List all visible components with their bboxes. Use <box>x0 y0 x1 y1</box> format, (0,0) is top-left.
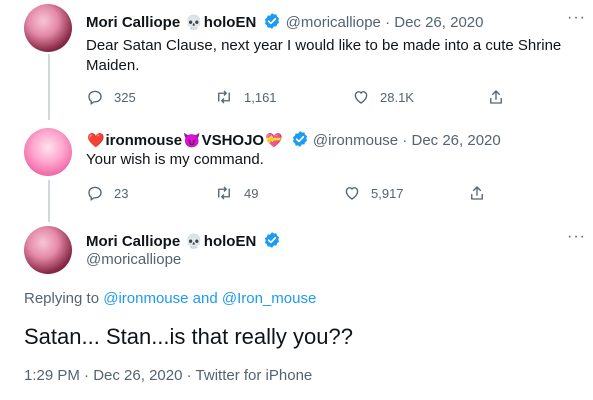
reply-icon <box>88 90 102 106</box>
reply-and: and <box>192 290 218 307</box>
share-icon <box>471 186 483 200</box>
tweet2-like-count: 5,917 <box>371 185 404 201</box>
more-options-icon[interactable]: ··· <box>567 228 586 246</box>
tweet2-name-suffix[interactable]: VSHOJO <box>202 132 265 149</box>
tweet2-retweet-count: 49 <box>244 185 259 201</box>
tweet2-header: ❤️ironmouse😈VSHOJO💝 @ironmouse · Dec 26,… <box>86 130 501 149</box>
thread-line-1 <box>48 54 50 120</box>
tweet2-date[interactable]: Dec 26, 2020 <box>411 132 500 149</box>
retweet-icon <box>218 90 230 104</box>
tweet2-separator: · <box>402 132 408 149</box>
tweet2-retweet-button[interactable]: 49 <box>214 184 258 202</box>
main-handle[interactable]: @moricalliope <box>86 251 181 268</box>
replying-to-line: Replying to @ironmouse and @Iron_mouse <box>24 290 316 307</box>
thread-line-2 <box>48 180 50 222</box>
tweet1-handle[interactable]: @moricalliope <box>286 14 381 31</box>
main-tweet-source[interactable]: Twitter for iPhone <box>196 367 313 384</box>
tweet2-reply-count: 23 <box>114 185 129 201</box>
share-icon <box>490 90 502 104</box>
tweet1-text: Dear Satan Clause, next year I would lik… <box>86 37 562 74</box>
tweet1-display-name[interactable]: Mori Calliope <box>86 14 180 31</box>
main-tweet-meta: 1:29 PM · Dec 26, 2020 · Twitter for iPh… <box>24 367 312 384</box>
tweet1-reply-count: 325 <box>114 89 136 105</box>
avatar-mori-calliope[interactable] <box>24 4 72 52</box>
tweet1-like-button[interactable]: 28.1K <box>352 88 414 106</box>
replying-prefix: Replying to <box>24 290 100 307</box>
heart-icon <box>354 91 368 104</box>
skull-emoji: 💀 <box>185 233 203 249</box>
verified-badge-icon <box>292 131 307 147</box>
heart-icon <box>345 187 359 200</box>
tweet2-text: Your wish is my command. <box>86 151 264 168</box>
tweet1-retweet-button[interactable]: 1,161 <box>214 88 277 106</box>
tweet2-handle[interactable]: @ironmouse <box>313 132 398 149</box>
tweet2-like-button[interactable]: 5,917 <box>343 184 404 202</box>
tweet1-retweet-count: 1,161 <box>244 89 277 105</box>
avatar-ironmouse[interactable] <box>24 128 72 176</box>
skull-emoji: 💀 <box>185 14 203 30</box>
more-options-icon[interactable]: ··· <box>567 9 586 27</box>
tweet2-reply-button[interactable]: 23 <box>86 184 128 202</box>
meta-separator-1: · <box>84 367 90 384</box>
heart-gift-emoji: 💝 <box>265 132 283 148</box>
main-tweet-date[interactable]: Dec 26, 2020 <box>93 367 182 384</box>
tweet1-name-suffix[interactable]: holoEN <box>204 14 257 31</box>
main-display-name[interactable]: Mori Calliope <box>86 233 180 250</box>
main-name-suffix[interactable]: holoEN <box>204 233 257 250</box>
reply-icon <box>88 186 102 202</box>
tweet1-like-count: 28.1K <box>380 89 414 105</box>
verified-badge-icon <box>265 13 280 29</box>
heart-emoji: ❤️ <box>87 132 105 148</box>
tweet1-share-button[interactable] <box>487 88 515 106</box>
tweet1-separator: · <box>385 14 391 31</box>
verified-badge-icon <box>265 232 280 248</box>
meta-separator-2: · <box>186 367 192 384</box>
retweet-icon <box>218 186 230 200</box>
tweet2-display-name[interactable]: ironmouse <box>105 132 182 149</box>
reply-mention-link-1[interactable]: @ironmouse <box>103 290 188 307</box>
tweet1-date[interactable]: Dec 26, 2020 <box>394 14 483 31</box>
main-tweet-text: Satan... Stan...is that really you?? <box>24 324 353 349</box>
main-tweet-time[interactable]: 1:29 PM <box>24 367 80 384</box>
tweet1-reply-button[interactable]: 325 <box>86 88 136 106</box>
tweet2-share-button[interactable] <box>468 184 496 202</box>
reply-mention-link-2[interactable]: @Iron_mouse <box>222 290 316 307</box>
devil-emoji: 😈 <box>183 132 201 148</box>
tweet1-header: Mori Calliope 💀holoEN @moricalliope · De… <box>86 12 483 31</box>
main-tweet-name-row: Mori Calliope 💀holoEN <box>86 231 281 250</box>
avatar-mori-calliope-main[interactable] <box>24 226 72 274</box>
